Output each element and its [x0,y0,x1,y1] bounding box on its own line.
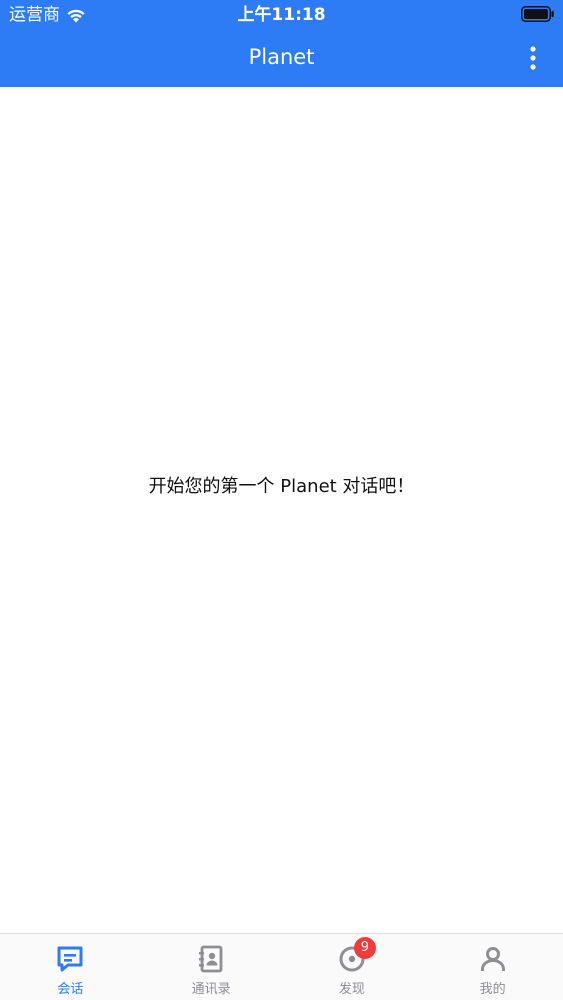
app-screen: 运营商 上午11:18 Planet 开始您的第一个 Planet 对话吧！ 会… [0,0,563,1000]
tab-label: 通讯录 [191,982,231,997]
empty-state-message: 开始您的第一个 Planet 对话吧！ [148,476,415,497]
tab-label: 会话 [57,982,84,997]
tab-label: 发现 [338,982,365,997]
tab-contacts[interactable]: 通讯录 [141,934,282,1000]
contacts-icon [199,945,223,973]
chat-icon [57,946,83,972]
page-title: Planet [248,45,315,69]
header: 运营商 上午11:18 Planet [0,0,563,87]
tab-conversations[interactable]: 会话 [0,934,141,1000]
conversation-list: 开始您的第一个 Planet 对话吧！ [0,87,563,933]
profile-icon [480,947,505,971]
tab-profile[interactable]: 我的 [422,934,563,1000]
tab-label: 我的 [479,982,506,997]
battery-icon [521,6,554,22]
tab-bar: 会话 通讯录 9 发现 我的 [0,933,563,1000]
more-options-button[interactable] [521,42,545,74]
status-time: 上午11:18 [237,5,326,25]
more-vertical-icon [530,46,536,70]
status-bar: 运营商 上午11:18 [0,0,563,30]
nav-bar: Planet [0,30,563,87]
notification-badge: 9 [353,937,376,959]
tab-discover[interactable]: 9 发现 [282,934,423,1000]
